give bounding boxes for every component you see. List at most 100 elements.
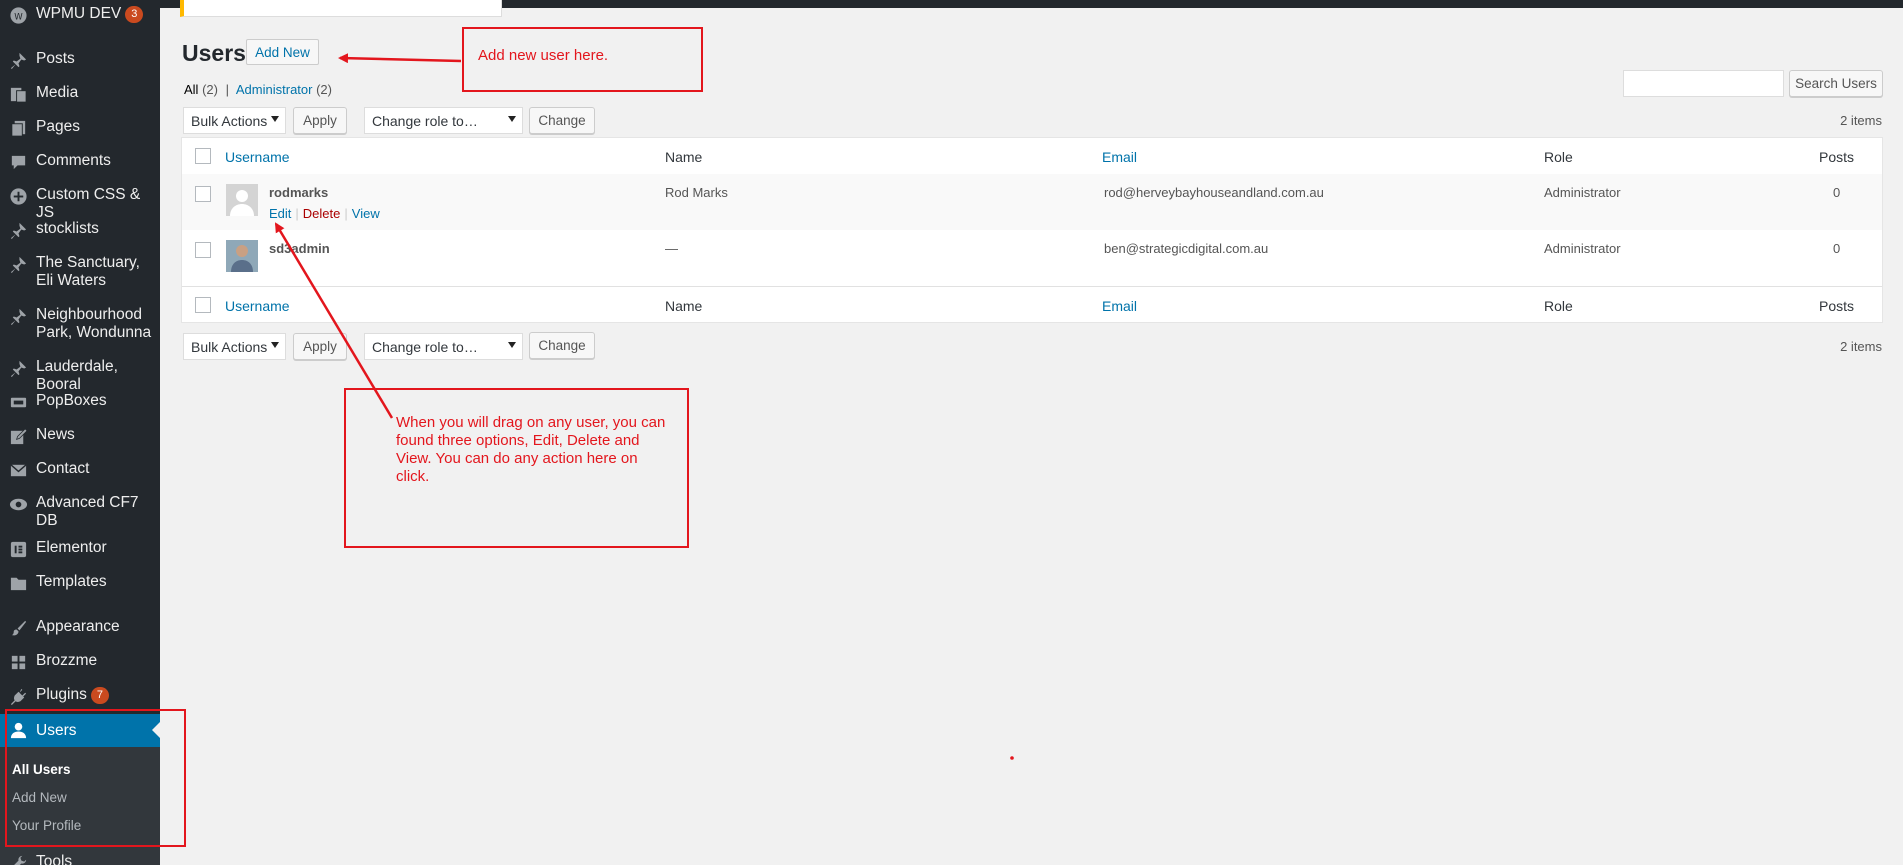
pin-icon: [0, 220, 36, 240]
sidebar-item-popboxes[interactable]: PopBoxes: [0, 392, 160, 412]
user-name: Rod Marks: [665, 185, 728, 200]
popbox-icon: [0, 392, 36, 412]
wpmudev-icon: W: [0, 5, 36, 25]
sidebar-item-label: News: [36, 426, 75, 443]
top-notice: [180, 0, 502, 17]
sidebar-item-label: Posts: [36, 50, 75, 67]
change-button-bottom[interactable]: Change: [529, 332, 595, 359]
search-users-input[interactable]: [1623, 70, 1784, 97]
sidebar-item-neighbourhood-park[interactable]: Neighbourhood Park, Wondunna: [0, 306, 160, 342]
column-email-footer[interactable]: Email: [1102, 298, 1137, 314]
filter-all-count: (2): [202, 82, 218, 97]
annotation-add-user: Add new user here.: [478, 47, 609, 64]
column-role: Role: [1544, 149, 1573, 165]
row-action-edit[interactable]: Edit: [269, 206, 291, 221]
sidebar-item-media[interactable]: Media: [0, 84, 160, 104]
select-all-checkbox[interactable]: [195, 148, 211, 164]
username-link[interactable]: sd3admin: [269, 241, 330, 256]
row-action-delete[interactable]: Delete: [303, 206, 341, 221]
sidebar-item-custom-css-js[interactable]: Custom CSS & JS: [0, 186, 160, 222]
column-username-footer[interactable]: Username: [225, 298, 290, 314]
chevron-down-icon: [271, 342, 279, 348]
change-button-top[interactable]: Change: [529, 107, 595, 134]
row-action-view[interactable]: View: [352, 206, 380, 221]
sidebar-item-label: Tools: [36, 853, 73, 865]
sidebar-item-posts[interactable]: Posts: [0, 50, 160, 70]
sidebar-item-advanced-cf7-db[interactable]: Advanced CF7 DB: [0, 494, 160, 530]
sidebar-item-brozzme[interactable]: Brozzme: [0, 652, 160, 672]
eye-icon: [0, 494, 36, 514]
sidebar-item-pages[interactable]: Pages: [0, 118, 160, 138]
elementor-icon: [0, 539, 36, 559]
annotation-box-users-menu: [5, 709, 186, 847]
sidebar-item-comments[interactable]: Comments: [0, 152, 160, 172]
avatar: [226, 184, 258, 216]
items-count-top: 2 items: [1840, 113, 1882, 128]
column-username[interactable]: Username: [225, 149, 290, 165]
sidebar-item-plugins[interactable]: Plugins 7: [0, 686, 160, 706]
update-badge: 3: [125, 6, 144, 23]
grid-icon: [0, 652, 36, 672]
row-checkbox[interactable]: [195, 242, 211, 258]
filter-admin-count: (2): [316, 82, 332, 97]
user-posts: 0: [1833, 241, 1841, 256]
sidebar-item-sanctuary[interactable]: The Sanctuary, Eli Waters: [0, 254, 160, 290]
sidebar-item-label: stocklists: [36, 220, 99, 237]
sidebar-item-label: Advanced CF7 DB: [36, 494, 139, 529]
add-new-user-button[interactable]: Add New: [246, 39, 319, 65]
sidebar-item-label: Templates: [36, 573, 107, 590]
bulk-actions-select-bottom[interactable]: Bulk Actions: [183, 333, 286, 360]
sidebar-item-label: Elementor: [36, 539, 107, 556]
edit-icon: [0, 426, 36, 446]
username-link[interactable]: rodmarks: [269, 185, 328, 200]
column-name: Name: [665, 149, 703, 165]
sidebar-item-news[interactable]: News: [0, 426, 160, 446]
apply-button-top[interactable]: Apply: [293, 107, 347, 134]
sidebar-item-label: Brozzme: [36, 652, 98, 669]
bulk-actions-value: Bulk Actions: [191, 112, 268, 129]
sidebar-item-templates[interactable]: Templates: [0, 573, 160, 593]
folder-icon: [0, 573, 36, 593]
column-role-footer: Role: [1544, 298, 1573, 314]
filter-administrator[interactable]: Administrator: [236, 82, 313, 97]
change-role-select-bottom[interactable]: Change role to…: [364, 333, 523, 360]
brush-icon: [0, 618, 36, 638]
pages-icon: [0, 118, 36, 138]
column-email[interactable]: Email: [1102, 149, 1137, 165]
wrench-icon: [0, 853, 36, 865]
sidebar-item-label: Pages: [36, 118, 80, 135]
bulk-actions-value: Bulk Actions: [191, 338, 268, 355]
search-users-button[interactable]: Search Users: [1789, 70, 1883, 97]
sidebar-item-elementor[interactable]: Elementor: [0, 539, 160, 559]
sidebar-item-stocklists[interactable]: stocklists: [0, 220, 160, 240]
chevron-down-icon: [508, 116, 516, 122]
apply-button-bottom[interactable]: Apply: [293, 333, 347, 360]
change-role-select-top[interactable]: Change role to…: [364, 107, 523, 134]
red-dot: [1010, 756, 1014, 760]
row-actions: Edit | Delete | View: [269, 206, 380, 221]
select-all-checkbox-footer[interactable]: [195, 297, 211, 313]
sidebar-item-label: Neighbourhood Park, Wondunna: [36, 306, 152, 341]
svg-text:W: W: [14, 12, 23, 22]
row-checkbox[interactable]: [195, 186, 211, 202]
column-posts: Posts: [1819, 149, 1855, 165]
update-badge: 7: [90, 687, 109, 704]
user-email[interactable]: rod@herveybayhouseandland.com.au: [1104, 185, 1324, 200]
filter-all[interactable]: All: [184, 82, 198, 97]
sidebar-item-appearance[interactable]: Appearance: [0, 618, 160, 638]
sidebar-item-contact[interactable]: Contact: [0, 460, 160, 480]
bulk-actions-select-top[interactable]: Bulk Actions: [183, 107, 286, 134]
sidebar-item-tools[interactable]: Tools: [0, 853, 160, 865]
sidebar-item-label: Plugins: [36, 686, 87, 703]
sidebar-item-wpmudev[interactable]: W WPMU DEV 3: [0, 5, 160, 25]
comment-icon: [0, 152, 36, 172]
sidebar-item-lauderdale[interactable]: Lauderdale, Booral: [0, 358, 160, 394]
column-name-footer: Name: [665, 298, 703, 314]
sidebar-item-label: Comments: [36, 152, 111, 169]
pin-icon: [0, 50, 36, 70]
plug-icon: [0, 686, 36, 706]
user-email[interactable]: ben@strategicdigital.com.au: [1104, 241, 1268, 256]
sidebar-item-label: Custom CSS & JS: [36, 186, 141, 221]
user-posts: 0: [1833, 185, 1841, 200]
pin-icon: [0, 306, 36, 326]
